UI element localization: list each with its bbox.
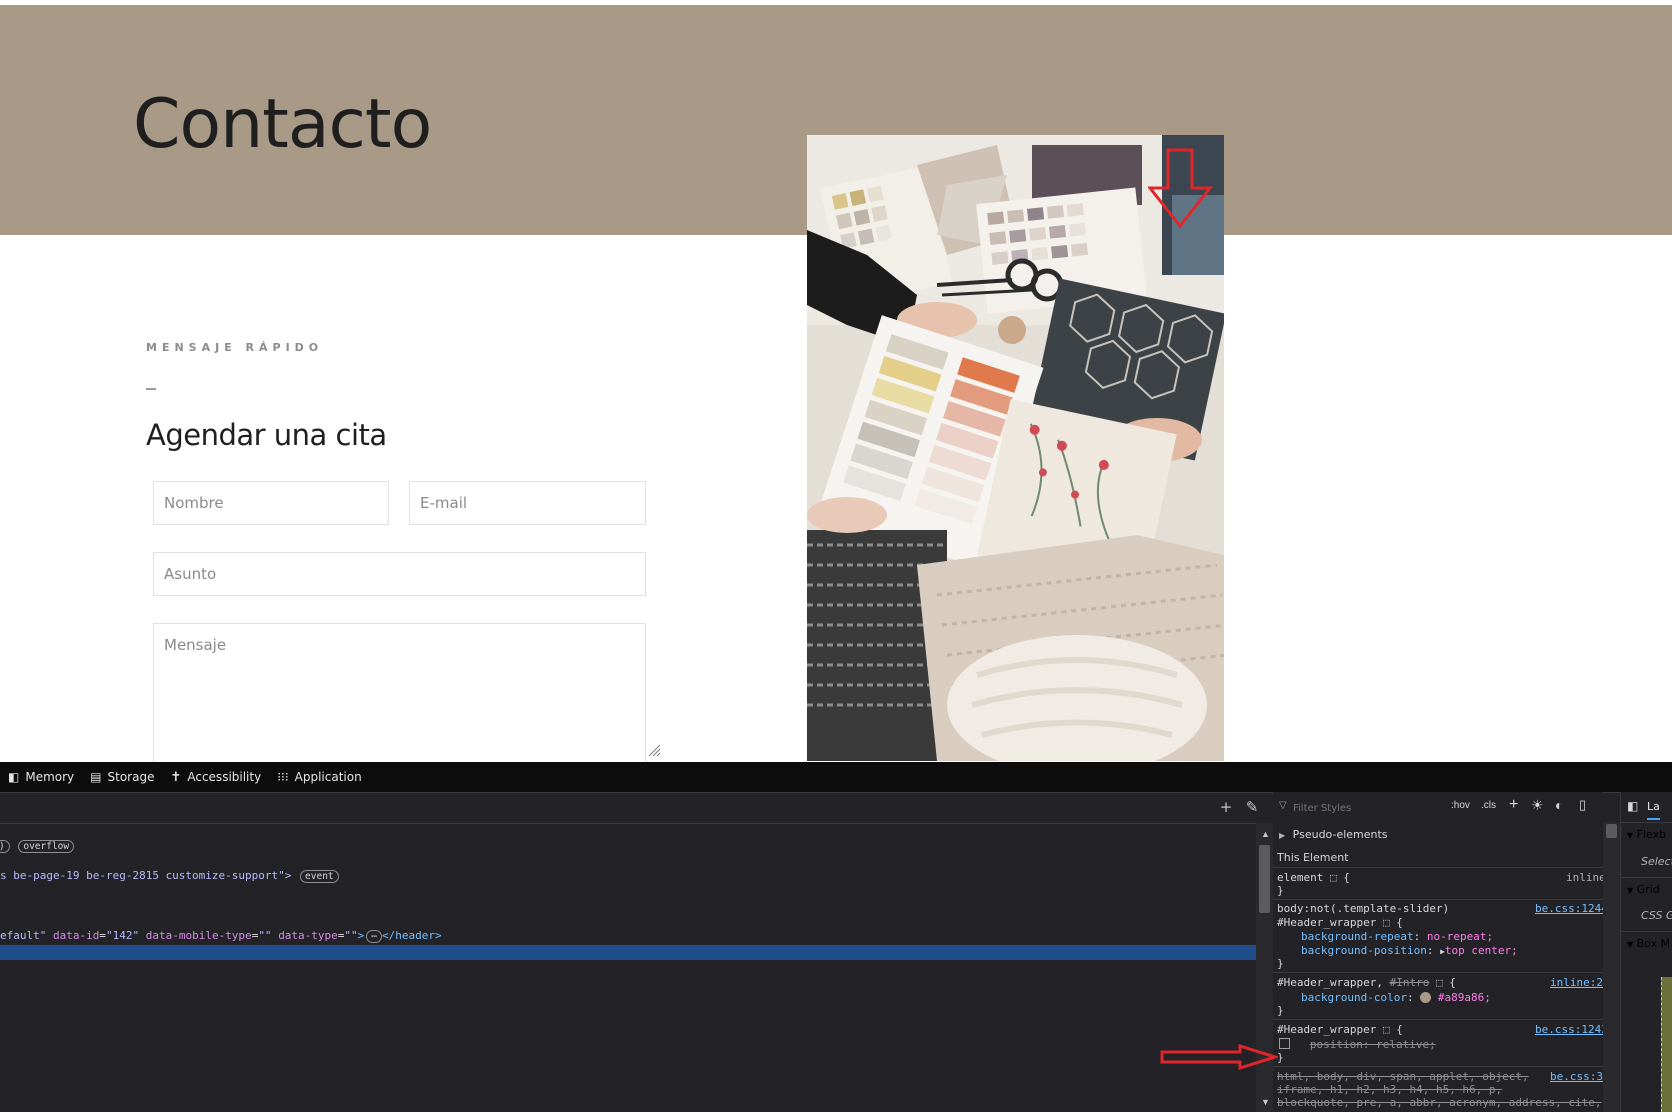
web-page: Contacto MENSAJE RÁPIDO Agendar una cita: [0, 0, 1672, 762]
rule-source-link[interactable]: be.css:1243: [1535, 1022, 1603, 1037]
scroll-up-icon[interactable]: ▲: [1261, 829, 1270, 839]
add-node-icon[interactable]: +: [1218, 799, 1234, 815]
subject-input[interactable]: [153, 552, 646, 596]
form-kicker: MENSAJE RÁPIDO: [146, 341, 324, 354]
box-model-preview: [1661, 977, 1672, 1112]
cls-toggle[interactable]: .cls: [1481, 800, 1496, 811]
scroll-thumb[interactable]: [1606, 824, 1617, 838]
rule-selector[interactable]: element ⬚ {: [1277, 870, 1350, 885]
kicker-divider: [146, 388, 156, 390]
rule-selector[interactable]: blockquote, pre, a, abbr, acronym, addre…: [1277, 1095, 1602, 1110]
scroll-thumb[interactable]: [1259, 845, 1270, 913]
markup-line[interactable]: ) overflow: [0, 838, 75, 854]
rule-selector[interactable]: #Header_wrapper ⬚ {: [1277, 1022, 1403, 1037]
markup-view: ) overflow s be-page-19 be-reg-2815 cust…: [0, 824, 1256, 1112]
selected-markup-row[interactable]: [0, 945, 1256, 960]
rule-source-link[interactable]: be.css:3: [1550, 1069, 1603, 1084]
declaration-checkbox[interactable]: [1279, 1038, 1290, 1049]
markup-line-header[interactable]: efault" data-id="142" data-mobile-type="…: [0, 928, 442, 944]
css-declaration[interactable]: background-position: ▶top center;: [1301, 943, 1518, 958]
form-title: Agendar una cita: [146, 418, 387, 452]
hov-toggle[interactable]: :hov: [1451, 800, 1470, 811]
sidebar-toggle-icon[interactable]: ◧: [1627, 799, 1638, 813]
collapse-arrow-icon: ▼: [1627, 940, 1634, 949]
email-input[interactable]: [409, 481, 646, 525]
annotation-down-arrow-icon: [1148, 148, 1214, 229]
event-badge[interactable]: event: [300, 870, 339, 883]
scroll-down-icon[interactable]: ▼: [1261, 1097, 1270, 1107]
rules-scrollbar[interactable]: [1603, 822, 1620, 1112]
collapsed-children-badge[interactable]: ⋯: [366, 930, 383, 943]
rule-selector[interactable]: #Header_wrapper, #Intro ⬚ {: [1277, 975, 1456, 990]
add-rule-icon[interactable]: +: [1509, 796, 1518, 814]
inspector-toolbar: + ✎: [0, 793, 1258, 824]
disabled-declaration[interactable]: position: relative;: [1279, 1037, 1436, 1052]
page-title: Contacto: [133, 85, 432, 164]
print-media-icon[interactable]: ▯: [1579, 797, 1586, 813]
collapse-arrow-icon: ▼: [1627, 886, 1634, 895]
resize-grip-icon[interactable]: [647, 743, 661, 757]
css-rules-panel: ▶ Pseudo-elements This Element element ⬚…: [1273, 822, 1603, 1112]
this-element-heading: This Element: [1277, 851, 1349, 864]
collapse-arrow-icon: ▼: [1627, 831, 1634, 840]
rule-source: inline: [1566, 871, 1603, 884]
rule-source-link[interactable]: inline:2: [1550, 975, 1603, 990]
tab-memory[interactable]: ◧ Memory: [0, 762, 82, 792]
box-model-section-toggle[interactable]: ▼ Box M: [1627, 937, 1670, 950]
rule-source-link[interactable]: be.css:1244: [1535, 901, 1603, 916]
devtools-tabbar: ◧ Memory ▤ Storage ✝ Accessibility ⁝⁝⁝ A…: [0, 762, 1672, 793]
filter-icon: ▽: [1279, 800, 1287, 811]
rule-selector[interactable]: #Header_wrapper ⬚ {: [1277, 915, 1403, 930]
tab-application[interactable]: ⁝⁝⁝ Application: [269, 762, 370, 792]
tab-layout[interactable]: La: [1647, 800, 1660, 820]
memory-icon: ◧: [8, 770, 20, 784]
css-declaration[interactable]: background-color: #a89a86;: [1301, 990, 1491, 1005]
tab-accessibility[interactable]: ✝ Accessibility: [162, 762, 269, 792]
markup-line[interactable]: s be-page-19 be-reg-2815 customize-suppo…: [0, 868, 339, 884]
pseudo-elements-toggle[interactable]: ▶ Pseudo-elements: [1279, 827, 1388, 842]
application-icon: ⁝⁝⁝: [277, 770, 289, 784]
rule-selector[interactable]: body:not(.template-slider): [1277, 901, 1449, 916]
tab-storage[interactable]: ▤ Storage: [82, 762, 162, 792]
light-mode-icon[interactable]: ☀: [1531, 797, 1544, 814]
grid-section-toggle[interactable]: ▼ Grid: [1627, 883, 1660, 896]
layout-panel: ◧ La ▼ Flexb Select ▼ Grid CSS G ▼ Box M: [1620, 792, 1672, 1112]
name-input[interactable]: [153, 481, 389, 525]
expand-arrow-icon: ▶: [1279, 831, 1286, 840]
storage-icon: ▤: [90, 770, 102, 784]
eyedropper-icon[interactable]: ✎: [1244, 799, 1260, 815]
filter-styles-input[interactable]: [1291, 799, 1435, 817]
overflow-badge[interactable]: overflow: [18, 840, 75, 853]
styles-toolbar: ▽ :hov .cls + ☀ ◐ ▯: [1273, 792, 1603, 823]
css-declaration[interactable]: background-repeat: no-repeat;: [1301, 929, 1493, 944]
accessibility-icon: ✝: [170, 769, 182, 785]
flexbox-section-toggle[interactable]: ▼ Flexb: [1627, 828, 1666, 841]
annotation-right-arrow-icon: [1160, 1044, 1278, 1070]
message-textarea[interactable]: [153, 623, 646, 762]
color-swatch[interactable]: [1420, 992, 1432, 1003]
dark-mode-icon[interactable]: ◐: [1555, 797, 1563, 813]
